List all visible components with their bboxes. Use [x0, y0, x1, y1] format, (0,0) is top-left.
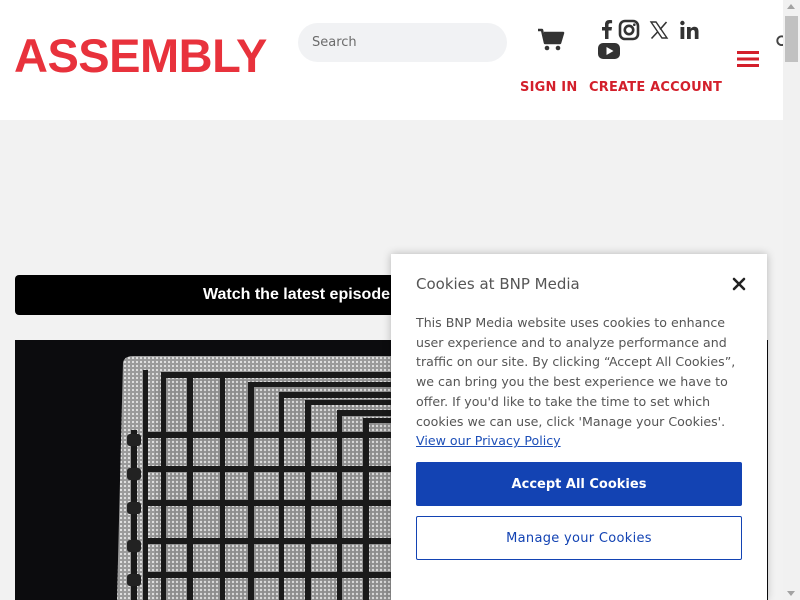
cookie-dialog-title: Cookies at BNP Media: [416, 275, 580, 293]
scroll-down-arrow-icon[interactable]: [787, 591, 795, 596]
linkedin-icon[interactable]: [678, 19, 700, 41]
search-input[interactable]: [312, 23, 472, 62]
scroll-up-arrow-icon[interactable]: [787, 4, 795, 9]
menu-icon[interactable]: [737, 50, 759, 68]
privacy-policy-link[interactable]: View our Privacy Policy: [416, 433, 561, 448]
cart-icon[interactable]: [537, 28, 565, 52]
create-account-link[interactable]: CREATE ACCOUNT: [589, 80, 722, 95]
youtube-icon[interactable]: [597, 40, 621, 62]
site-header: ASSEMBLY SIGN IN CREATE ACCOUNT: [0, 0, 790, 120]
site-logo[interactable]: ASSEMBLY: [14, 32, 267, 79]
cookie-dialog-body: This BNP Media website uses cookies to e…: [416, 313, 746, 451]
cookie-description: This BNP Media website uses cookies to e…: [416, 315, 736, 429]
cookie-consent-dialog: Cookies at BNP Media This BNP Media webs…: [391, 254, 767, 600]
search-box: [298, 23, 790, 62]
manage-cookies-button[interactable]: Manage your Cookies: [416, 516, 742, 560]
x-icon[interactable]: [648, 19, 670, 41]
banner-text: Watch the latest episode: [203, 286, 390, 303]
instagram-icon[interactable]: [618, 19, 640, 41]
scroll-thumb[interactable]: [785, 16, 798, 62]
sign-in-link[interactable]: SIGN IN: [520, 80, 577, 95]
close-icon[interactable]: [731, 276, 747, 292]
page-scrollbar[interactable]: [783, 0, 800, 600]
accept-all-cookies-button[interactable]: Accept All Cookies: [416, 462, 742, 506]
facebook-icon[interactable]: [596, 18, 618, 40]
